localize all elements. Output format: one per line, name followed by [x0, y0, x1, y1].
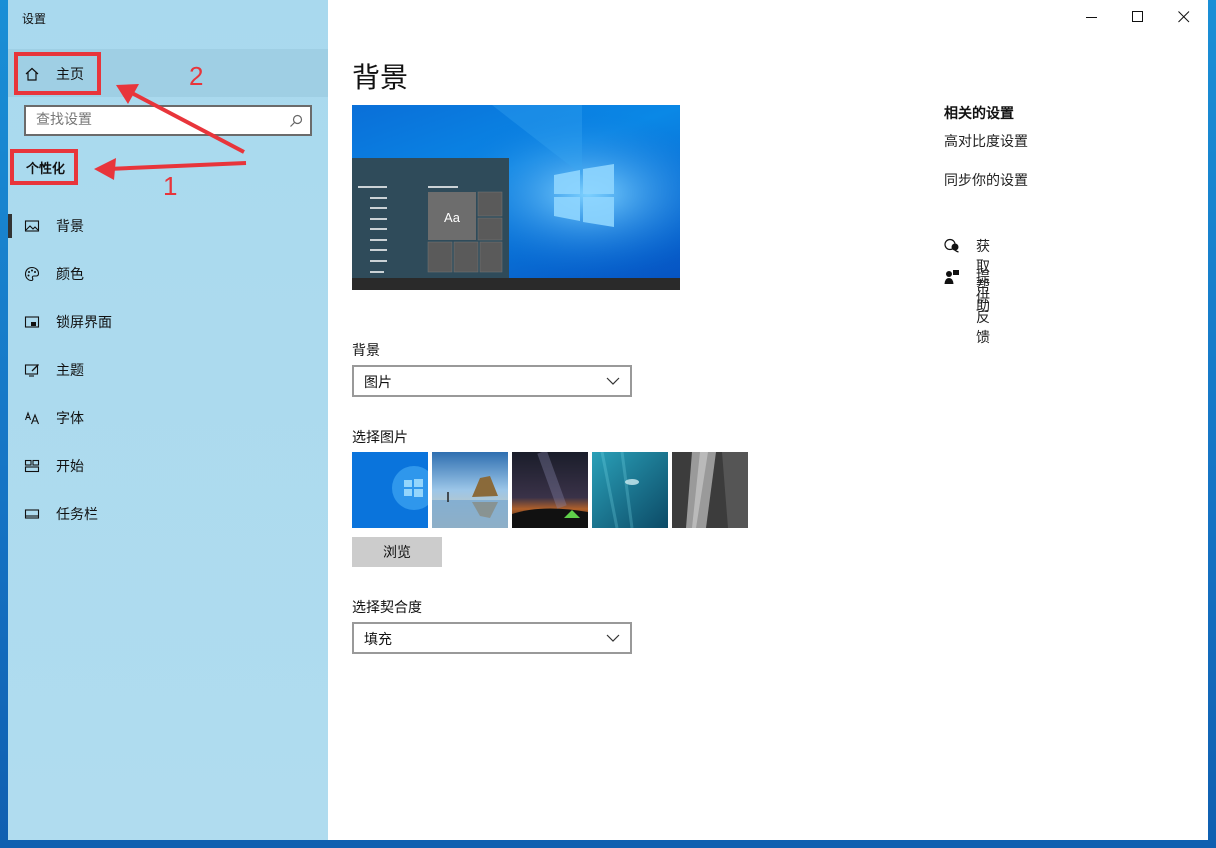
picture-thumbnail-1[interactable]	[352, 452, 428, 528]
maximize-button[interactable]	[1115, 0, 1161, 34]
chevron-down-icon	[606, 634, 620, 642]
sidebar-item-fonts[interactable]: 字体	[8, 394, 328, 442]
sidebar-item-colors[interactable]: 颜色	[8, 250, 328, 298]
thumb-beach-art	[432, 452, 508, 528]
close-icon	[1178, 11, 1190, 23]
font-icon	[24, 411, 40, 425]
minimize-icon	[1086, 17, 1097, 18]
sidebar-item-label: 任务栏	[56, 507, 98, 523]
maximize-icon	[1132, 11, 1143, 22]
theme-icon	[24, 364, 39, 377]
minimize-button[interactable]	[1069, 0, 1115, 34]
sidebar-item-label: 字体	[56, 411, 84, 427]
picture-thumbnail-5[interactable]	[672, 452, 748, 528]
start-icon	[24, 459, 40, 473]
picture-thumbnail-4[interactable]	[592, 452, 668, 528]
picture-thumbnail-3[interactable]	[512, 452, 588, 528]
thumb-windows-art	[352, 452, 428, 528]
feedback-icon	[944, 270, 959, 284]
sidebar-item-themes[interactable]: 主题	[8, 346, 328, 394]
picture-thumbnail-2[interactable]	[432, 452, 508, 528]
feedback-label: 提供反馈	[976, 270, 990, 346]
choose-picture-label: 选择图片	[352, 430, 408, 446]
fit-select[interactable]: 填充	[352, 622, 632, 654]
picture-icon	[24, 220, 40, 232]
chevron-down-icon	[606, 377, 620, 385]
thumb-night-sky-art	[512, 452, 588, 528]
sidebar: 设置 主页 个性化 背景	[8, 0, 328, 840]
sidebar-item-lock-screen[interactable]: 锁屏界面	[8, 298, 328, 346]
sync-settings-link[interactable]: 同步你的设置	[944, 170, 1028, 190]
browse-button[interactable]: 浏览	[352, 537, 442, 567]
preview-art: Aa	[352, 105, 680, 290]
annotation-arrows	[94, 84, 247, 180]
settings-window: 设置 主页 个性化 背景	[8, 0, 1208, 840]
sidebar-item-label: 颜色	[56, 267, 84, 283]
help-chat-icon	[944, 238, 959, 253]
sidebar-item-taskbar[interactable]: 任务栏	[8, 490, 328, 538]
preview-sample-text: Aa	[444, 210, 461, 225]
sidebar-item-start[interactable]: 开始	[8, 442, 328, 490]
fit-label: 选择契合度	[352, 600, 422, 616]
related-settings-title: 相关的设置	[944, 106, 1014, 122]
background-select-value: 图片	[364, 375, 392, 391]
background-select[interactable]: 图片	[352, 365, 632, 397]
taskbar-icon	[24, 509, 40, 519]
fit-select-value: 填充	[364, 632, 392, 648]
background-preview: Aa	[352, 105, 680, 290]
thumb-rock-art	[672, 452, 748, 528]
sidebar-item-label: 锁屏界面	[56, 315, 112, 331]
sidebar-item-label: 主题	[56, 363, 84, 379]
thumb-underwater-art	[592, 452, 668, 528]
lock-screen-icon	[24, 316, 40, 328]
sidebar-item-label: 开始	[56, 459, 84, 475]
palette-icon	[24, 266, 40, 282]
high-contrast-link[interactable]: 高对比度设置	[944, 131, 1028, 151]
page-title: 背景	[352, 61, 409, 94]
background-label: 背景	[352, 343, 380, 359]
close-button[interactable]	[1161, 0, 1207, 34]
